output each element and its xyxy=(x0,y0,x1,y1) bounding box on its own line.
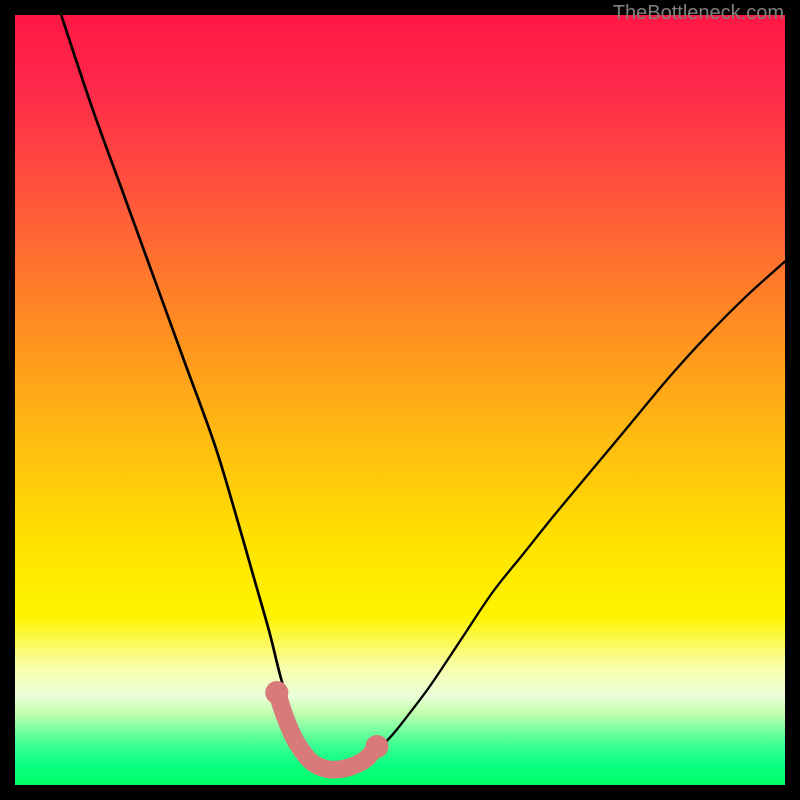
plot-area xyxy=(15,15,785,785)
left-curve xyxy=(61,15,331,770)
chart-frame: TheBottleneck.com xyxy=(0,0,800,800)
valley-highlight xyxy=(277,693,377,770)
right-curve xyxy=(331,261,785,769)
curves-layer xyxy=(15,15,785,785)
attribution-watermark: TheBottleneck.com xyxy=(613,2,784,25)
